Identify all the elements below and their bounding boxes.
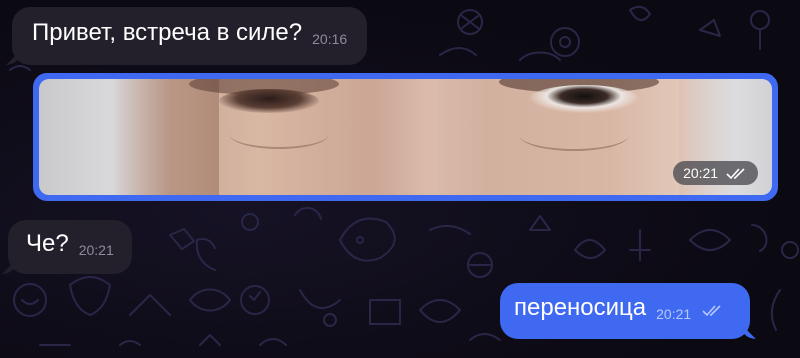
- bubble-tail: [6, 49, 22, 65]
- double-check-icon: [702, 305, 721, 317]
- left-eye: [219, 89, 319, 113]
- message-text: переносица: [514, 294, 647, 321]
- message-incoming[interactable]: Че? 20:21: [2, 220, 132, 274]
- chat-view[interactable]: Привет, встреча в силе? 20:16 20:21 Че? 20…: [0, 0, 800, 358]
- photo-timestamp: 20:21: [673, 161, 758, 185]
- message-time: 20:21: [78, 242, 114, 258]
- message-incoming[interactable]: Привет, встреча в силе? 20:16: [6, 7, 368, 65]
- message-time: 20:21: [683, 165, 719, 181]
- bubble-tail: [739, 323, 756, 339]
- bubble-tail: [2, 258, 18, 274]
- face-eyes-closeup-photo[interactable]: 20:21: [39, 79, 772, 195]
- message-outgoing[interactable]: переносица 20:21: [500, 283, 756, 339]
- right-eye: [529, 85, 639, 113]
- double-check-icon: [726, 168, 745, 180]
- message-text: Привет, встреча в силе?: [32, 19, 303, 46]
- message-text: Че?: [26, 230, 69, 257]
- message-time: 20:16: [312, 31, 348, 47]
- message-time: 20:21: [656, 306, 692, 322]
- message-outgoing-photo[interactable]: 20:21: [33, 73, 778, 201]
